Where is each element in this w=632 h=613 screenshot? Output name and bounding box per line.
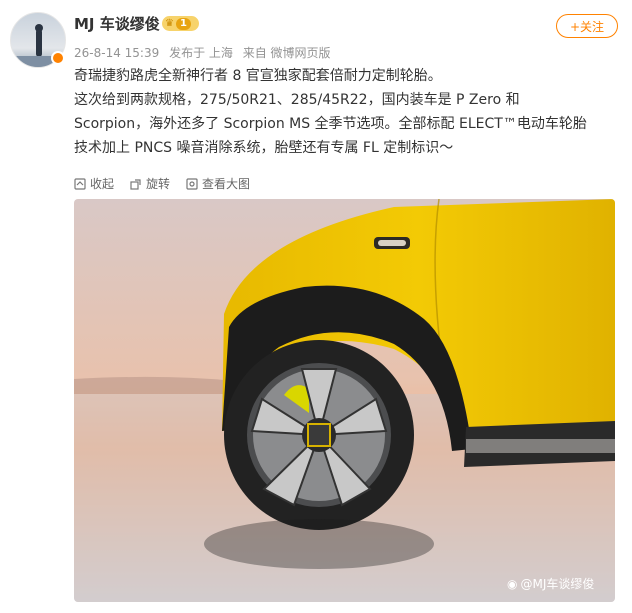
post-content: 奇瑞捷豹路虎全新神行者 8 官宣独家配套倍耐力定制轮胎。 这次给到两款规格，27… [74,64,614,160]
content-line: Scorpion，海外还多了 Scorpion MS 全季节选项。全部标配 EL… [74,116,587,132]
weibo-icon: ◉ [507,576,518,591]
car-wheel-photo [74,199,615,602]
image-watermark: ◉ @MJ车谈缪俊 [507,575,594,592]
vip-level: 1 [175,17,191,30]
content-line: 技术加上 PNCS 噪音消除系统，胎壁还有专属 FL 定制标识～ [74,140,454,156]
rotate-icon [130,178,141,190]
rotate-label: 旋转 [146,177,171,191]
view-large-button[interactable]: 查看大图 [186,175,250,192]
content-line: 这次给到两款规格，275/50R21、285/45R22，国内装车是 P Zer… [74,92,520,108]
watermark-text: @MJ车谈缪俊 [520,577,595,591]
vip-crown-badge[interactable]: ♛ 1 [162,16,199,31]
rotate-button[interactable]: 旋转 [130,175,170,192]
post-meta: 26-8-14 15:39 发布于 上海 来自 微博网页版 [74,44,337,61]
verified-badge [51,51,65,65]
image-actions: 收起 旋转 查看大图 [74,175,250,192]
view-large-label: 查看大图 [202,177,251,191]
post-time[interactable]: 26-8-14 15:39 [74,46,159,60]
post-source: 来自 微博网页版 [242,46,331,60]
view-large-icon [186,177,198,190]
content-line: 奇瑞捷豹路虎全新神行者 8 官宣独家配套倍耐力定制轮胎。 [74,68,442,84]
crown-icon: ♛ [165,18,174,29]
collapse-label: 收起 [90,177,115,191]
post-location: 发布于 上海 [169,46,233,60]
collapse-button[interactable]: 收起 [74,175,114,192]
collapse-icon [74,177,86,190]
post-image[interactable] [74,199,615,602]
username[interactable]: MJ 车谈缪俊 [74,13,160,34]
follow-button[interactable]: +关注 [556,14,618,38]
